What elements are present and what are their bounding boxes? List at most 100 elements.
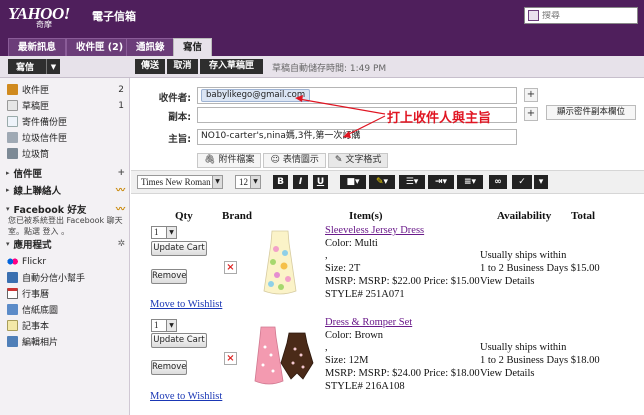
indent-button[interactable]: ⇥▾ bbox=[428, 175, 454, 189]
add-cc-button[interactable]: + bbox=[524, 107, 538, 121]
product-color: Color: Brown bbox=[325, 330, 384, 341]
chevron-down-icon[interactable]: ▼ bbox=[166, 320, 176, 331]
collapse-icon[interactable]: ▾ bbox=[6, 240, 10, 248]
app-calendar[interactable]: 行事曆 bbox=[0, 286, 130, 301]
tab-attachments[interactable]: 🖇 附件檔案 bbox=[197, 153, 262, 168]
availability-text: Usually ships within bbox=[480, 342, 567, 353]
sidebar-item-inbox[interactable]: 收件匣 2 bbox=[0, 82, 130, 97]
tab-news[interactable]: 最新訊息 bbox=[8, 38, 67, 56]
send-button[interactable]: 傳送 bbox=[135, 59, 165, 74]
app-label: 行事曆 bbox=[22, 290, 50, 300]
link-button[interactable]: ∞ bbox=[489, 175, 507, 189]
app-stationery[interactable]: 信紙底圖 bbox=[0, 302, 130, 317]
chevron-down-icon[interactable]: ▼ bbox=[166, 227, 176, 238]
font-family-select[interactable]: Times New Roman ▼ bbox=[137, 175, 223, 189]
tab-compose[interactable]: 寫信 bbox=[173, 38, 213, 56]
qty-value: 1 bbox=[154, 227, 159, 237]
text-color-button[interactable]: ■▾ bbox=[340, 175, 366, 189]
more-format-button[interactable]: ▾ bbox=[534, 175, 548, 189]
sidebar-item-drafts[interactable]: 草稿匣 1 bbox=[0, 98, 130, 113]
search-input[interactable] bbox=[542, 10, 632, 21]
save-draft-button[interactable]: 存入草稿匣 bbox=[200, 59, 263, 74]
recipient-chip[interactable]: babylikego@gmail.com bbox=[201, 89, 311, 102]
section-folders[interactable]: ▸ 信件匣 + bbox=[0, 165, 130, 180]
cancel-button[interactable]: 取消 bbox=[167, 59, 198, 74]
calendar-icon bbox=[7, 288, 18, 299]
app-photo-editor[interactable]: 編輯相片 bbox=[0, 334, 130, 349]
tab-contacts[interactable]: 通訊錄 bbox=[126, 38, 175, 56]
section-apps[interactable]: ▾ 應用程式 ✲ bbox=[0, 236, 130, 251]
flickr-icon bbox=[7, 256, 18, 267]
add-recipient-button[interactable]: + bbox=[524, 88, 538, 102]
annotation-text: 打上收件人與主旨 bbox=[387, 111, 492, 126]
status-icon[interactable]: 〰 bbox=[116, 183, 125, 196]
tab-strip: 最新訊息 收件匣 (2) 通訊錄 寫信 bbox=[0, 34, 644, 56]
product-color: Color: Multi bbox=[325, 238, 378, 249]
auto-sort-icon bbox=[7, 272, 18, 283]
yahoo-logo[interactable]: YAHOO! 奇摩 bbox=[8, 4, 70, 29]
gear-icon[interactable]: ✲ bbox=[117, 239, 125, 249]
tab-text-format[interactable]: ✎ 文字格式 bbox=[327, 153, 389, 168]
chevron-down-icon[interactable]: ▼ bbox=[46, 59, 60, 74]
format-toolbar: Times New Roman ▼ 12 ▼ B I U ■▾ ✎▾ ☰▾ ⇥▾… bbox=[131, 170, 644, 194]
move-to-wishlist-link[interactable]: Move to Wishlist bbox=[150, 391, 222, 402]
italic-button[interactable]: I bbox=[293, 175, 308, 189]
align-button[interactable]: ☰▾ bbox=[399, 175, 425, 189]
status-icon[interactable]: 〰 bbox=[116, 202, 125, 215]
tab-emoticons[interactable]: ☺ 表情圖示 bbox=[263, 153, 326, 168]
subject-field[interactable]: NO10-carter's,nina媽,3件,第一次訂購 bbox=[197, 129, 517, 145]
app-label: Flickr bbox=[22, 256, 47, 267]
list-button[interactable]: ≡▾ bbox=[457, 175, 483, 189]
app-auto-sort[interactable]: 自動分信小幫手 bbox=[0, 270, 130, 285]
section-contacts[interactable]: ▸ 線上聯絡人 〰 bbox=[0, 182, 130, 197]
product-title-link[interactable]: Dress & Romper Set bbox=[325, 317, 412, 328]
remove-x-icon[interactable]: × bbox=[224, 261, 237, 274]
product-style: STYLE# 251A071 bbox=[325, 289, 405, 300]
search-icon[interactable] bbox=[528, 10, 539, 21]
header-brand: Brand bbox=[222, 210, 252, 222]
availability-text: Usually ships within bbox=[480, 250, 567, 261]
underline-button[interactable]: U bbox=[313, 175, 328, 189]
font-size-value: 12 bbox=[239, 177, 248, 187]
qty-select[interactable]: 1 ▼ bbox=[151, 319, 177, 332]
compose-menu-button[interactable]: 寫信 ▼ bbox=[8, 59, 60, 74]
product-style: STYLE# 216A108 bbox=[325, 381, 405, 392]
section-facebook[interactable]: ▾ Facebook 好友 〰 bbox=[0, 201, 130, 216]
remove-button[interactable]: Remove bbox=[151, 360, 187, 375]
app-notepad[interactable]: 記事本 bbox=[0, 318, 130, 333]
remove-x-icon[interactable]: × bbox=[224, 352, 237, 365]
sidebar-item-trash[interactable]: 垃圾筒 bbox=[0, 146, 130, 161]
qty-select[interactable]: 1 ▼ bbox=[151, 226, 177, 239]
tab-label: 文字格式 bbox=[345, 155, 382, 165]
collapse-icon[interactable]: ▾ bbox=[6, 205, 10, 213]
product-title-link[interactable]: Sleeveless Jersey Dress bbox=[325, 225, 424, 236]
highlight-button[interactable]: ✎▾ bbox=[369, 175, 395, 189]
move-to-wishlist-link[interactable]: Move to Wishlist bbox=[150, 299, 222, 310]
header-availability: Availability bbox=[497, 210, 552, 222]
expand-icon[interactable]: ▸ bbox=[6, 169, 10, 177]
highlight-icon: ✎ bbox=[375, 177, 384, 187]
view-details-link[interactable]: View Details bbox=[480, 276, 534, 287]
bold-button[interactable]: B bbox=[273, 175, 288, 189]
remove-button[interactable]: Remove bbox=[151, 269, 187, 284]
add-icon[interactable]: + bbox=[117, 168, 125, 178]
view-details-link[interactable]: View Details bbox=[480, 368, 534, 379]
chevron-down-icon[interactable]: ▼ bbox=[212, 176, 222, 188]
show-bcc-button[interactable]: 顯示密件副本欄位 bbox=[546, 105, 636, 120]
update-cart-button[interactable]: Update Cart bbox=[151, 241, 207, 256]
tab-inbox[interactable]: 收件匣 (2) bbox=[66, 38, 134, 56]
product-image-jersey-dress[interactable] bbox=[258, 229, 302, 299]
update-cart-button[interactable]: Update Cart bbox=[151, 333, 207, 348]
availability-total: 1 to 2 Business Days $15.00 bbox=[480, 263, 600, 274]
chevron-down-icon[interactable]: ▼ bbox=[250, 176, 260, 188]
tab-label: 附件檔案 bbox=[218, 155, 255, 165]
search-box[interactable] bbox=[524, 7, 638, 24]
sidebar-item-spam[interactable]: 垃圾信件匣 bbox=[0, 130, 130, 145]
sidebar-item-sent[interactable]: 寄件備份匣 bbox=[0, 114, 130, 129]
product-image-romper-set[interactable] bbox=[253, 323, 317, 389]
expand-icon[interactable]: ▸ bbox=[6, 186, 10, 194]
message-body[interactable]: Qty Brand Item(s) Availability Total 1 ▼… bbox=[131, 195, 644, 415]
app-flickr[interactable]: Flickr bbox=[0, 254, 130, 269]
spellcheck-button[interactable]: ✓ bbox=[512, 175, 532, 189]
font-size-select[interactable]: 12 ▼ bbox=[235, 175, 261, 189]
